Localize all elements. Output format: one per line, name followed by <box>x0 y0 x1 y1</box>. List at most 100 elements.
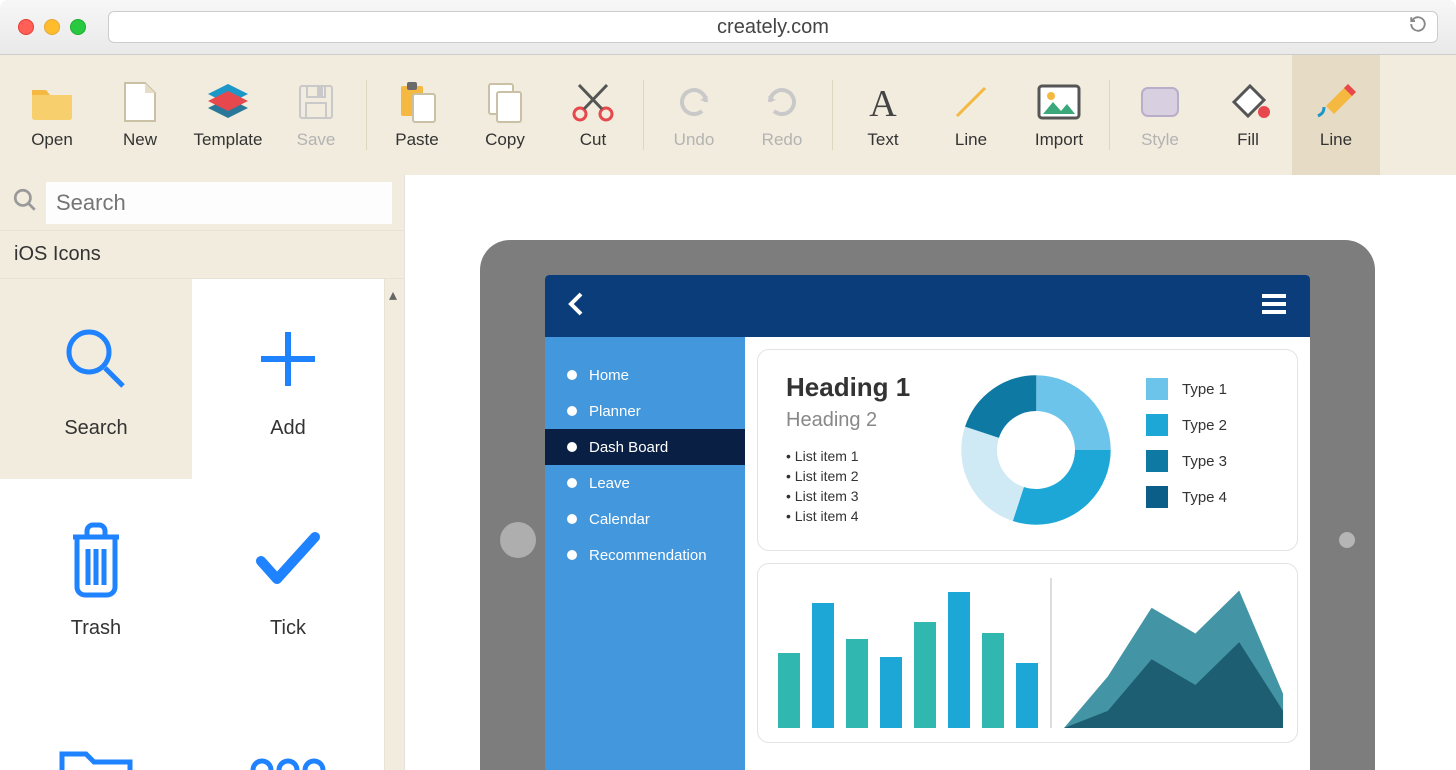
legend-row: Type 3 <box>1146 450 1227 472</box>
browser-title-bar: creately.com <box>0 0 1456 55</box>
nav-item-recommendation[interactable]: Recommendation <box>545 537 745 573</box>
shape-label: Tick <box>270 617 306 640</box>
search-input[interactable] <box>46 182 392 224</box>
bullet-icon <box>567 478 577 488</box>
undo-button[interactable]: Undo <box>650 55 738 175</box>
shape-tick[interactable]: Tick <box>192 479 384 679</box>
close-window-button[interactable] <box>18 19 34 35</box>
trash-shape-icon <box>56 519 136 599</box>
list-item: List item 3 <box>786 488 926 504</box>
dots-shape-icon <box>248 730 328 770</box>
line-button[interactable]: Line <box>927 55 1015 175</box>
nav-item-planner[interactable]: Planner <box>545 393 745 429</box>
search-shape-icon <box>56 319 136 399</box>
copy-button[interactable]: Copy <box>461 55 549 175</box>
panel-header[interactable]: iOS Icons <box>0 231 404 279</box>
shape-add[interactable]: Add <box>192 279 384 479</box>
template-button[interactable]: Template <box>184 55 272 175</box>
new-button[interactable]: New <box>96 55 184 175</box>
scrollbar[interactable]: ▴ <box>384 279 404 770</box>
legend-label: Type 1 <box>1182 381 1227 398</box>
paste-button[interactable]: Paste <box>373 55 461 175</box>
card-heading-1: Heading 1 <box>786 372 926 403</box>
scroll-up-icon[interactable]: ▴ <box>389 285 397 305</box>
tablet-screen: Home Planner Dash Board LeaveCalendar Recomm… <box>545 275 1310 770</box>
text-label: Text <box>867 130 898 150</box>
chart-divider <box>1050 578 1052 728</box>
text-button[interactable]: A Text <box>839 55 927 175</box>
legend-label: Type 2 <box>1182 417 1227 434</box>
new-label: New <box>123 130 157 150</box>
tablet-frame[interactable]: Home Planner Dash Board LeaveCalendar Recomm… <box>480 240 1375 770</box>
panel-title: iOS Icons <box>14 243 101 266</box>
legend-row: Type 2 <box>1146 414 1227 436</box>
save-button[interactable]: Save <box>272 55 360 175</box>
canvas-area[interactable]: Home Planner Dash Board LeaveCalendar Recomm… <box>405 175 1456 770</box>
shape-more[interactable] <box>192 679 384 770</box>
undo-icon <box>672 80 716 124</box>
nav-item-dash-board[interactable]: Dash Board <box>545 429 745 465</box>
reload-icon[interactable] <box>1409 15 1427 39</box>
legend-label: Type 4 <box>1182 489 1227 506</box>
nav-item-home[interactable]: Home <box>545 357 745 393</box>
pencil-icon <box>1314 80 1358 124</box>
line-label: Line <box>955 130 987 150</box>
shapes-sidebar: iOS Icons Search Add Trash <box>0 175 405 770</box>
bar <box>778 653 800 728</box>
shape-trash[interactable]: Trash <box>0 479 192 679</box>
redo-button[interactable]: Redo <box>738 55 826 175</box>
bar-chart <box>772 578 1038 728</box>
back-icon[interactable] <box>567 290 587 323</box>
line-icon <box>949 80 993 124</box>
style-button[interactable]: Style <box>1116 55 1204 175</box>
bullet-icon <box>567 550 577 560</box>
check-shape-icon <box>248 519 328 599</box>
nav-item-leave[interactable]: Leave <box>545 465 745 501</box>
shape-folder[interactable] <box>0 679 192 770</box>
url-text: creately.com <box>717 16 829 39</box>
app-nav: Home Planner Dash Board LeaveCalendar Recomm… <box>545 337 745 770</box>
url-bar[interactable]: creately.com <box>108 11 1438 43</box>
style-icon <box>1138 80 1182 124</box>
bar <box>812 603 834 728</box>
bar <box>1016 663 1038 728</box>
redo-label: Redo <box>762 130 803 150</box>
legend-swatch <box>1146 486 1168 508</box>
file-icon <box>118 80 162 124</box>
minimize-window-button[interactable] <box>44 19 60 35</box>
toolbar-separator <box>1109 80 1110 150</box>
scissors-icon <box>571 80 615 124</box>
tablet-home-button <box>500 522 536 558</box>
bullet-icon <box>567 514 577 524</box>
list-item: List item 4 <box>786 508 926 524</box>
nav-label: Recommendation <box>589 547 707 564</box>
folder-shape-icon <box>56 730 136 770</box>
shape-search[interactable]: Search <box>0 279 192 479</box>
menu-icon[interactable] <box>1260 293 1288 320</box>
charts-card <box>757 563 1298 743</box>
tablet-camera <box>1339 532 1355 548</box>
layers-icon <box>206 80 250 124</box>
nav-item-calendar[interactable]: Calendar <box>545 501 745 537</box>
legend-row: Type 4 <box>1146 486 1227 508</box>
open-button[interactable]: Open <box>8 55 96 175</box>
redo-icon <box>760 80 804 124</box>
content-area: Heading 1 Heading 2 List item 1List item… <box>745 337 1310 770</box>
undo-label: Undo <box>674 130 715 150</box>
list-item: List item 1 <box>786 448 926 464</box>
line-tool-button[interactable]: Line <box>1292 55 1380 175</box>
line-tool-label: Line <box>1320 130 1352 150</box>
cut-button[interactable]: Cut <box>549 55 637 175</box>
nav-label: Dash Board <box>589 439 668 456</box>
zoom-window-button[interactable] <box>70 19 86 35</box>
nav-label: Planner <box>589 403 641 420</box>
area-chart <box>1064 578 1283 728</box>
legend-swatch <box>1146 450 1168 472</box>
toolbar-separator <box>643 80 644 150</box>
style-label: Style <box>1141 130 1179 150</box>
import-button[interactable]: Import <box>1015 55 1103 175</box>
template-label: Template <box>194 130 263 150</box>
open-label: Open <box>31 130 73 150</box>
fill-button[interactable]: Fill <box>1204 55 1292 175</box>
search-row <box>0 175 404 231</box>
